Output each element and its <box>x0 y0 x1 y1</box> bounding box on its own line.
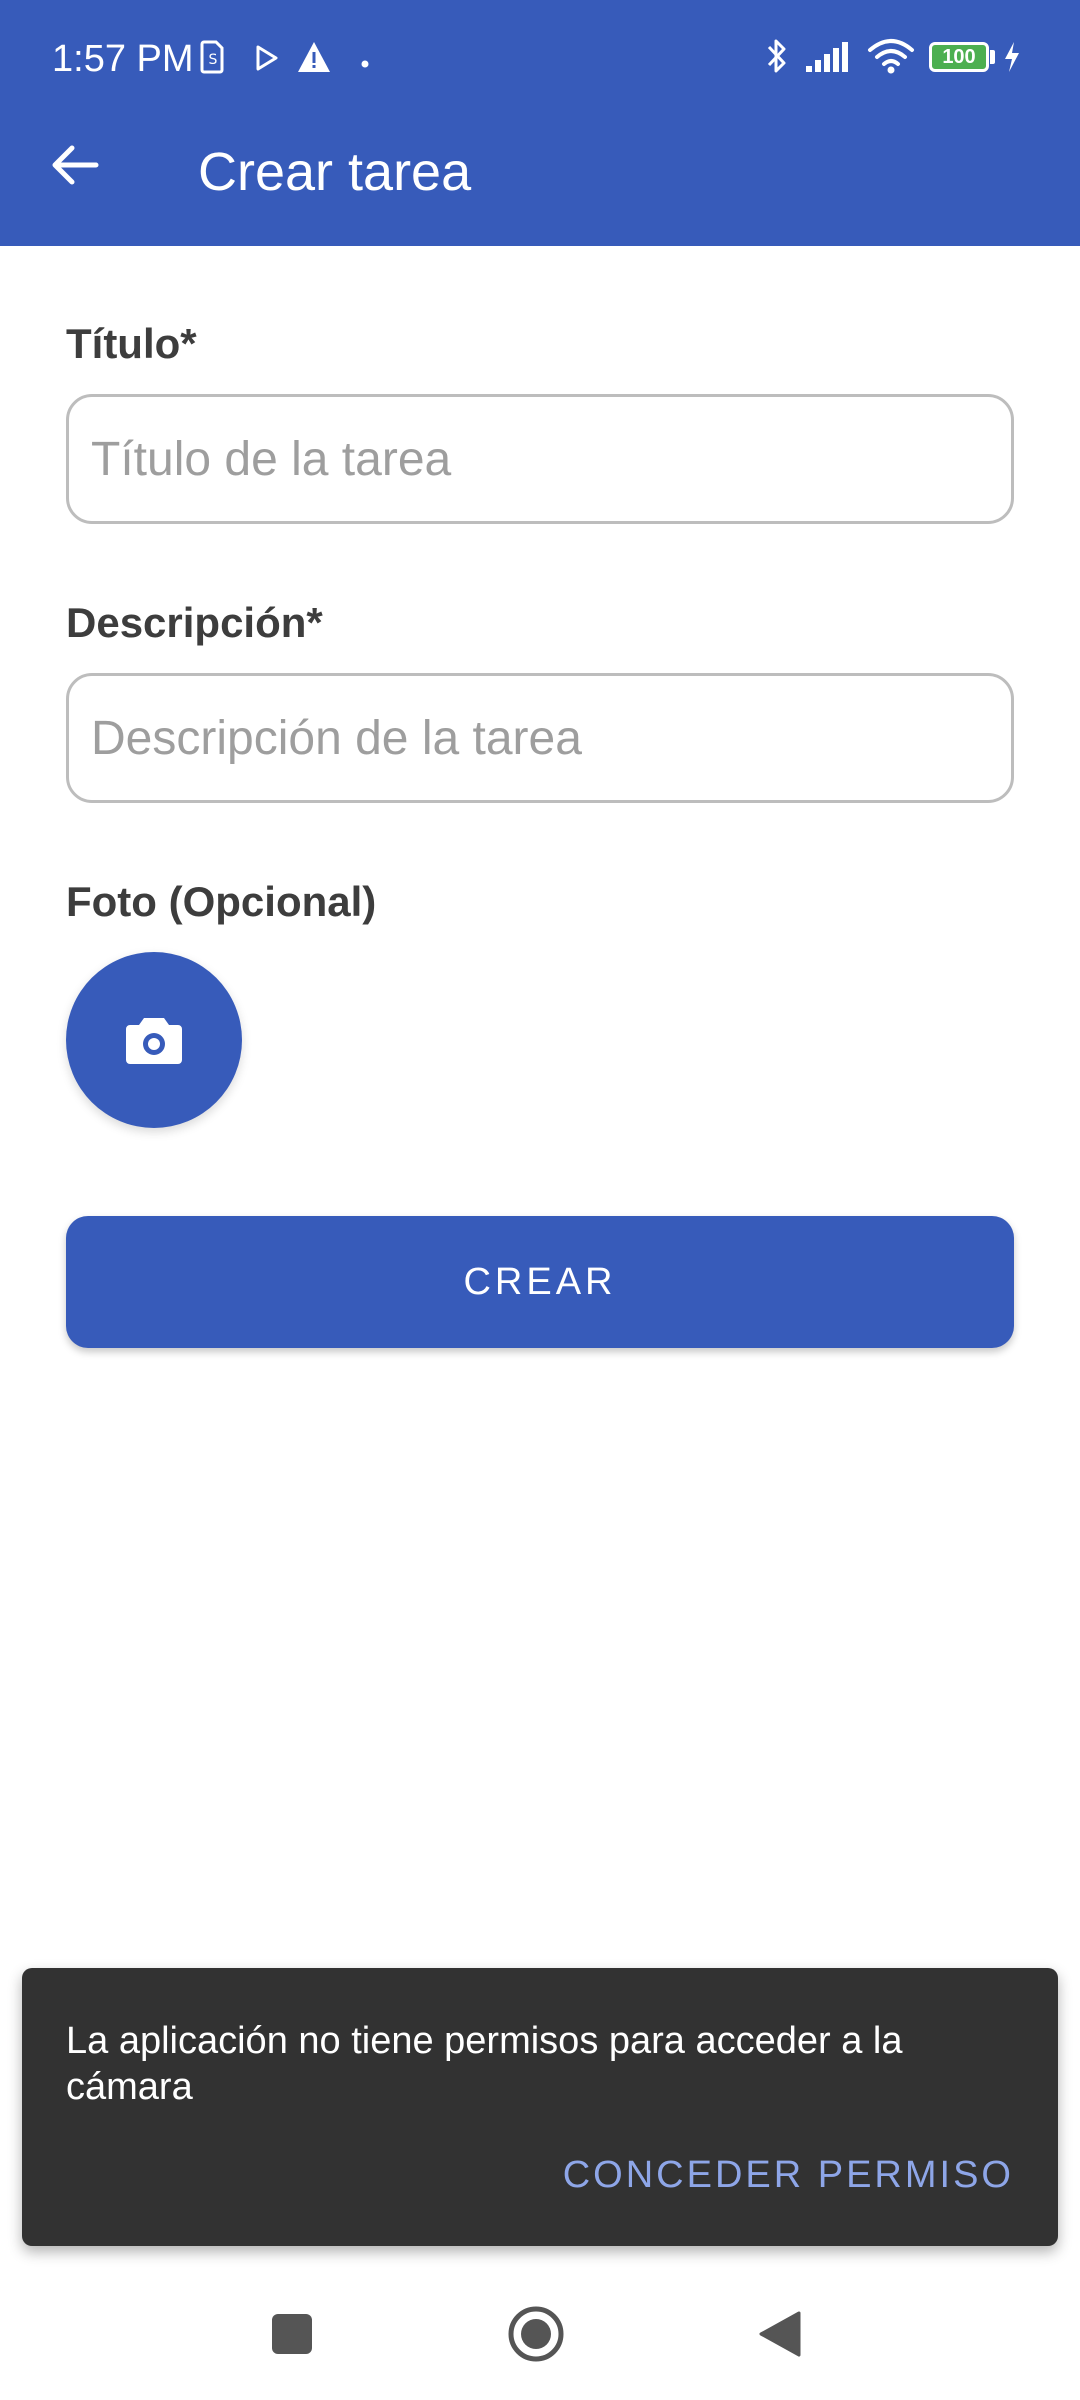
create-button[interactable]: CREAR <box>66 1216 1014 1348</box>
status-time: 1:57 PM <box>52 38 194 80</box>
battery-tip <box>990 50 995 64</box>
permission-snackbar: La aplicación no tiene permisos para acc… <box>22 1968 1058 2246</box>
recents-button[interactable] <box>254 2296 330 2372</box>
system-nav-bar <box>0 2268 1080 2400</box>
play-icon <box>254 44 280 77</box>
title-input[interactable] <box>66 394 1014 524</box>
status-bar: 1:57 PM S 100 <box>0 0 1080 116</box>
description-input[interactable] <box>66 673 1014 803</box>
add-photo-button[interactable] <box>66 952 242 1128</box>
wifi-icon <box>866 36 916 81</box>
photo-label: Foto (Opcional) <box>66 878 377 925</box>
grant-permission-button[interactable]: CONCEDER PERMISO <box>563 2154 1014 2197</box>
camera-icon <box>126 1018 182 1064</box>
warning-icon <box>296 40 332 79</box>
page-title: Crear tarea <box>198 142 472 202</box>
snackbar-message: La aplicación no tiene permisos para acc… <box>66 2020 903 2108</box>
recents-icon <box>272 2314 312 2354</box>
signal-icon <box>804 40 854 79</box>
description-label: Descripción* <box>66 599 323 646</box>
battery-icon: 100 <box>929 42 989 72</box>
system-back-button[interactable] <box>742 2296 818 2372</box>
home-icon <box>508 2306 564 2362</box>
home-button[interactable] <box>498 2296 574 2372</box>
back-button[interactable] <box>40 130 110 200</box>
svg-text:S: S <box>209 52 218 68</box>
app-bar: 1:57 PM S 100 Crear tarea <box>0 0 1080 246</box>
dot-icon <box>361 55 369 73</box>
charging-icon <box>1002 40 1022 79</box>
title-label: Título* <box>66 320 197 367</box>
bluetooth-icon <box>764 36 790 81</box>
arrow-back-icon <box>52 145 99 185</box>
sim-icon: S <box>200 40 226 79</box>
back-icon <box>759 2311 801 2357</box>
